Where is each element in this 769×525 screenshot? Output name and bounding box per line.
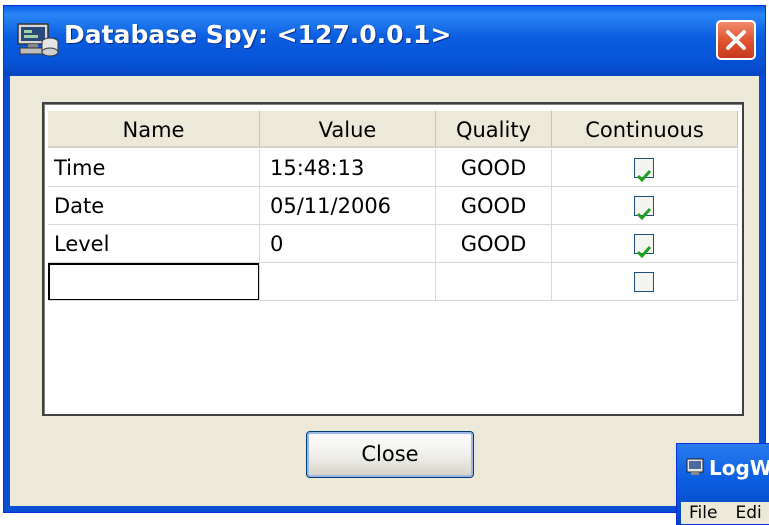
cell-name[interactable]: Level [48, 225, 260, 263]
column-header-value[interactable]: Value [260, 110, 436, 148]
continuous-checkbox[interactable] [634, 234, 654, 259]
window-frame-left [4, 76, 10, 512]
cell-quality [436, 263, 552, 301]
cell-continuous [552, 149, 738, 187]
data-grid[interactable]: Name Value Quality Continuous Time 15:48… [42, 102, 744, 416]
cell-name[interactable] [48, 263, 260, 301]
cell-name[interactable]: Time [48, 149, 260, 187]
database-spy-window: Database Spy: <127.0.0.1> Name Value Qua… [3, 5, 766, 513]
cell-name[interactable]: Date [48, 187, 260, 225]
logw-window-title: LogW [709, 456, 769, 480]
cell-quality: GOOD [436, 225, 552, 263]
cell-quality: GOOD [436, 149, 552, 187]
checkmark-icon [636, 246, 652, 259]
cell-value[interactable] [260, 263, 436, 301]
table-row[interactable]: Time 15:48:13 GOOD [48, 149, 738, 187]
title-bar[interactable]: Database Spy: <127.0.0.1> [4, 6, 765, 76]
menu-item-file[interactable]: File [689, 503, 717, 523]
window-title: Database Spy: <127.0.0.1> [64, 20, 452, 49]
checkmark-icon [636, 208, 652, 221]
table-row[interactable]: Level 0 GOOD [48, 225, 738, 263]
table-row-new[interactable] [48, 263, 738, 301]
table-row[interactable]: Date 05/11/2006 GOOD [48, 187, 738, 225]
close-button[interactable]: Close [306, 431, 474, 478]
cell-value[interactable]: 05/11/2006 [260, 187, 436, 225]
database-spy-icon [17, 23, 59, 57]
cell-value[interactable]: 15:48:13 [260, 149, 436, 187]
close-icon [726, 30, 746, 50]
name-edit-field[interactable] [48, 263, 259, 300]
column-header-name[interactable]: Name [48, 110, 260, 148]
grid-header: Name Value Quality Continuous [48, 110, 738, 148]
logw-app-icon [686, 458, 704, 475]
column-header-continuous[interactable]: Continuous [552, 110, 738, 148]
cell-continuous [552, 225, 738, 263]
menu-item-edit[interactable]: Edi [735, 503, 761, 523]
continuous-checkbox[interactable] [634, 158, 654, 183]
logw-menu-bar: File Edi [681, 502, 769, 524]
column-header-quality[interactable]: Quality [436, 110, 552, 148]
window-close-button[interactable] [716, 20, 756, 60]
checkmark-icon [636, 170, 652, 183]
cell-quality: GOOD [436, 187, 552, 225]
continuous-checkbox[interactable] [634, 272, 654, 292]
continuous-checkbox[interactable] [634, 196, 654, 221]
cell-continuous [552, 187, 738, 225]
cell-continuous [552, 263, 738, 301]
cell-value[interactable]: 0 [260, 225, 436, 263]
window-frame-bottom [4, 506, 765, 512]
